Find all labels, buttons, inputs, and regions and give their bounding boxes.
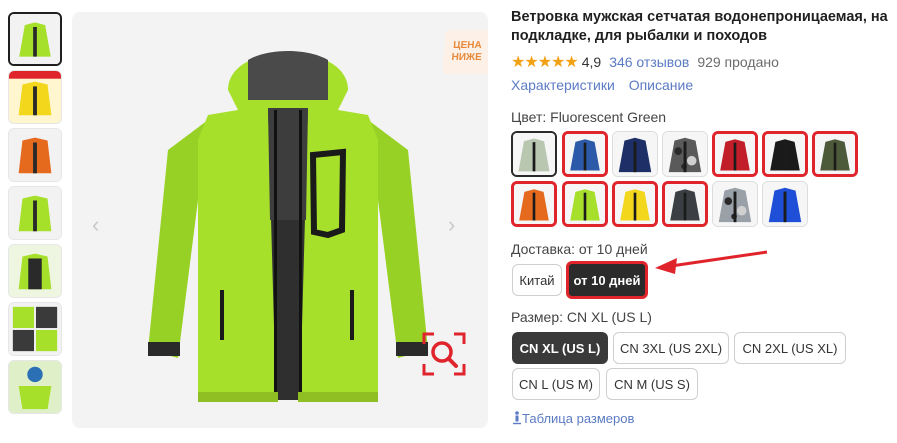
color-swatch-light-grey[interactable] — [511, 131, 557, 177]
thumbnail-1[interactable] — [8, 12, 62, 66]
thumbnail-3[interactable] — [8, 128, 62, 182]
star-rating-icon: ★★★★★ — [511, 54, 579, 71]
ruler-person-icon — [513, 411, 521, 425]
price-lower-badge: ЦЕНА НИЖЕ — [442, 30, 488, 74]
size-option-cn-xl[interactable]: CN XL (US L) — [512, 332, 608, 364]
color-swatch-yellow[interactable] — [612, 181, 658, 227]
main-product-image[interactable]: ЦЕНА НИЖЕ ‹ › — [72, 12, 488, 428]
next-image-icon[interactable]: › — [448, 212, 455, 238]
thumbnail-7[interactable] — [8, 360, 62, 414]
zoom-search-icon[interactable] — [422, 332, 466, 376]
size-option-cn-m[interactable]: CN M (US S) — [606, 368, 698, 400]
color-swatch-army-green[interactable] — [812, 131, 858, 177]
size-table-link[interactable]: Таблица размеров — [512, 411, 634, 426]
thumbnail-5[interactable] — [8, 244, 62, 298]
reviews-link[interactable]: 346 отзывов — [609, 54, 689, 70]
sold-count: 929 продано — [697, 54, 779, 70]
delivery-label: Доставка: от 10 дней — [511, 241, 648, 257]
size-table-label: Таблица размеров — [522, 411, 635, 426]
thumbnail-2[interactable] — [8, 70, 62, 124]
color-swatch-red[interactable] — [712, 131, 758, 177]
color-swatch-royal-blue[interactable] — [762, 181, 808, 227]
thumbnail-4[interactable] — [8, 186, 62, 240]
jacket-image — [148, 51, 428, 402]
description-link[interactable]: Описание — [629, 77, 693, 93]
section-links: Характеристики Описание — [511, 77, 891, 93]
color-label: Цвет: Fluorescent Green — [511, 109, 667, 125]
color-swatch-orange[interactable] — [511, 181, 557, 227]
thumbnail-strip — [8, 12, 64, 418]
product-info: Ветровка мужская сетчатая водонепроницае… — [511, 8, 891, 93]
size-label: Размер: CN XL (US L) — [511, 309, 652, 325]
characteristics-link[interactable]: Характеристики — [511, 77, 615, 93]
product-title: Ветровка мужская сетчатая водонепроницае… — [511, 9, 888, 44]
delivery-option-china[interactable]: Китай — [512, 264, 562, 296]
color-swatch-blue[interactable] — [562, 131, 608, 177]
color-swatch-camo-white[interactable] — [712, 181, 758, 227]
rating-value: 4,9 — [581, 54, 602, 70]
thumbnail-6[interactable] — [8, 302, 62, 356]
size-option-cn-2xl[interactable]: CN 2XL (US XL) — [734, 332, 846, 364]
delivery-option-10-days[interactable]: от 10 дней — [566, 261, 648, 299]
red-arrow-annotation — [655, 250, 768, 274]
badge-line-1: ЦЕНА — [452, 40, 483, 51]
size-option-cn-l[interactable]: CN L (US M) — [512, 368, 600, 400]
color-swatch-navy[interactable] — [612, 131, 658, 177]
badge-line-2: НИЖЕ — [451, 52, 483, 63]
prev-image-icon[interactable]: ‹ — [92, 212, 99, 238]
rating-row: ★★★★★ 4,9 346 отзывов 929 продано — [511, 52, 891, 72]
color-swatch-black[interactable] — [762, 131, 808, 177]
color-swatch-camo-grey[interactable] — [662, 131, 708, 177]
color-swatch-dark-grey[interactable] — [662, 181, 708, 227]
color-swatch-fluorescent-green[interactable] — [562, 181, 608, 227]
size-option-cn-3xl[interactable]: CN 3XL (US 2XL) — [613, 332, 729, 364]
